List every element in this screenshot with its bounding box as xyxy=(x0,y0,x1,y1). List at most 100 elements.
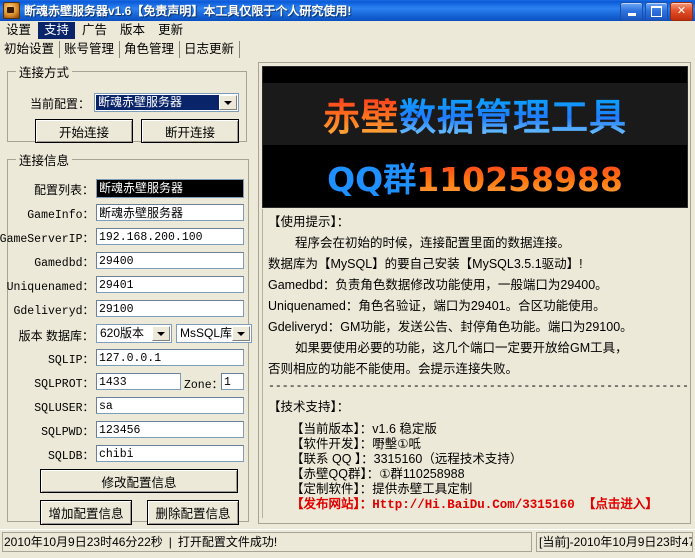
sqluser-input[interactable]: sa xyxy=(96,397,244,414)
support-heading: 【技术支持】： xyxy=(263,397,687,418)
tips-line-3: Gamedbd：负责角色数据修改功能使用，一般端口为29400。 xyxy=(263,275,687,296)
support-row-website[interactable]: 【发布网站】：Http://Hi.BaiDu.Com/3315160【点击进入】 xyxy=(263,497,687,513)
support-row-qq: 【联系 QQ 】：3315160（远程技术支持） xyxy=(263,452,687,467)
sqlpwd-label: SQLPWD： xyxy=(41,423,94,439)
right-info-panel: 赤壁数据管理工具 QQ群110258988 【使用提示】： 程序会在初始的时候，… xyxy=(258,62,691,524)
left-settings-panel: 连接方式 当前配置： 断魂赤壁服务器 开始连接 断开连接 连接信息 配置列表： … xyxy=(3,60,252,526)
connection-method-legend: 连接方式 xyxy=(16,62,72,81)
banner-title: 赤壁数据管理工具 xyxy=(263,87,687,141)
add-config-button[interactable]: 增加配置信息 xyxy=(40,500,132,525)
tips-line-7: 否则相应的功能不能使用。会提示连接失败。 xyxy=(263,359,687,380)
sqlpwd-input[interactable]: 123456 xyxy=(96,421,244,438)
sqluser-label: SQLUSER： xyxy=(34,399,94,415)
menu-item-version[interactable]: 版本 xyxy=(114,22,151,39)
menu-item-update[interactable]: 更新 xyxy=(152,22,189,39)
gameinfo-input[interactable]: 断魂赤壁服务器 xyxy=(96,204,244,221)
tab-strip: 初始设置 账号管理 角色管理 日志更新 xyxy=(0,39,695,59)
sqlprot-label: SQLPROT： xyxy=(34,375,94,391)
gameserverip-input[interactable]: 192.168.200.100 xyxy=(96,228,244,245)
support-val-custom: 提供赤壁工具定制 xyxy=(372,482,472,496)
minimize-button[interactable] xyxy=(620,2,643,21)
zone-input[interactable]: 1 xyxy=(221,373,244,390)
app-icon xyxy=(3,2,20,19)
config-list-selected-item: 断魂赤壁服务器 xyxy=(97,180,243,197)
website-url[interactable]: Http://Hi.BaiDu.Com/3315160 xyxy=(372,498,575,512)
promo-banner: 赤壁数据管理工具 QQ群110258988 xyxy=(262,66,688,208)
support-key-group: 【赤壁QQ群】： xyxy=(291,467,379,481)
sqlip-label: SQLIP： xyxy=(48,351,94,367)
close-button[interactable]: ✕ xyxy=(670,2,693,21)
version-db-label: 版本 数据库： xyxy=(19,327,94,344)
window-bottom-edge xyxy=(0,554,695,558)
zone-label: Zone： xyxy=(184,376,223,392)
sqlprot-input[interactable]: 1433 xyxy=(96,373,181,390)
tab-account-manage[interactable]: 账号管理 xyxy=(60,40,120,59)
support-val-qq: 3315160（远程技术支持） xyxy=(374,452,523,466)
gdeliveryd-label: Gdeliveryd： xyxy=(13,302,94,318)
sqldb-input[interactable]: chibi xyxy=(96,445,244,462)
gamedbd-label: Gamedbd： xyxy=(34,254,94,270)
usage-info-box: 【使用提示】： 程序会在初始的时候，连接配置里面的数据连接。 数据库为【MySQ… xyxy=(262,209,687,518)
banner-strip-top xyxy=(263,67,687,83)
support-key-version: 【当前版本】： xyxy=(291,422,372,436)
disconnect-button[interactable]: 断开连接 xyxy=(141,119,239,143)
status-time: 2010年10月9日23时46分22秒 xyxy=(4,535,163,549)
sqlip-input[interactable]: 127.0.0.1 xyxy=(96,349,244,366)
chevron-down-icon[interactable] xyxy=(219,95,237,110)
current-config-value: 断魂赤壁服务器 xyxy=(96,95,220,110)
support-key-developer: 【软件开发】： xyxy=(291,437,372,451)
config-list-box[interactable]: 断魂赤壁服务器 xyxy=(96,179,244,198)
support-row-version: 【当前版本】：v1.6 稳定版 xyxy=(263,422,687,437)
version-value: 620版本 xyxy=(98,326,153,341)
maximize-button[interactable] xyxy=(645,2,668,21)
tips-line-6: 如果要使用必要的功能，这几个端口一定要开放给GM工具， xyxy=(263,338,687,359)
uniquenamed-input[interactable]: 29401 xyxy=(96,276,244,293)
gdeliveryd-input[interactable]: 29100 xyxy=(96,300,244,317)
maximize-icon xyxy=(651,6,662,17)
support-row-custom: 【定制软件】：提供赤壁工具定制 xyxy=(263,482,687,497)
menu-item-support[interactable]: 支持 xyxy=(38,22,75,39)
tips-line-1: 程序会在初始的时候，连接配置里面的数据连接。 xyxy=(263,233,687,254)
chevron-down-icon[interactable] xyxy=(232,326,250,341)
website-cta[interactable]: 【点击进入】 xyxy=(575,497,658,511)
version-combo[interactable]: 620版本 xyxy=(96,324,172,343)
connection-method-group: 连接方式 当前配置： 断魂赤壁服务器 开始连接 断开连接 xyxy=(7,62,247,142)
status-bar: 2010年10月9日23时46分22秒|打开配置文件成功! [当前]-2010年… xyxy=(0,529,695,555)
tab-log-update[interactable]: 日志更新 xyxy=(180,40,240,59)
tips-heading: 【使用提示】： xyxy=(263,212,687,233)
menu-item-settings[interactable]: 设置 xyxy=(0,22,37,39)
gamedbd-input[interactable]: 29400 xyxy=(96,252,244,269)
chevron-down-icon[interactable] xyxy=(152,326,170,341)
database-value: MsSQL库 xyxy=(178,326,233,341)
modify-config-button[interactable]: 修改配置信息 xyxy=(40,469,238,493)
sqldb-label: SQLDB： xyxy=(48,447,94,463)
support-val-group: ①群110258988 xyxy=(379,467,464,481)
tab-initial-settings[interactable]: 初始设置 xyxy=(0,40,60,59)
support-key-custom: 【定制软件】： xyxy=(291,482,372,496)
tips-line-2: 数据库为【MySQL】的要自己安装【MySQL3.5.1驱动】! xyxy=(263,254,687,275)
menu-bar: 设置 支持 广告 版本 更新 xyxy=(0,21,695,39)
support-row-group: 【赤壁QQ群】：①群110258988 xyxy=(263,467,687,482)
menu-item-ads[interactable]: 广告 xyxy=(76,22,113,39)
connect-button[interactable]: 开始连接 xyxy=(35,119,133,143)
gameinfo-label: GameInfo： xyxy=(27,206,94,222)
banner-qq-number: 110258988 xyxy=(416,160,623,199)
banner-title-blue: 数据管理工具 xyxy=(399,96,627,139)
delete-config-button[interactable]: 删除配置信息 xyxy=(147,500,239,525)
current-config-combo[interactable]: 断魂赤壁服务器 xyxy=(94,93,239,112)
section-divider: ----------------------------------------… xyxy=(263,380,687,393)
current-config-label: 当前配置： xyxy=(16,95,90,112)
connection-info-group: 连接信息 配置列表： 断魂赤壁服务器 GameInfo： 断魂赤壁服务器 Gam… xyxy=(7,150,249,522)
tab-role-manage[interactable]: 角色管理 xyxy=(120,40,180,59)
banner-qq-label: QQ群 xyxy=(327,160,416,199)
close-icon: ✕ xyxy=(677,6,686,17)
uniquenamed-label: Uniquenamed： xyxy=(7,278,94,294)
config-list-label: 配置列表： xyxy=(34,181,94,198)
status-message-pane: 2010年10月9日23时46分22秒|打开配置文件成功! xyxy=(2,532,532,552)
connection-info-legend: 连接信息 xyxy=(16,150,72,169)
window-controls: ✕ xyxy=(620,2,693,21)
database-combo[interactable]: MsSQL库 xyxy=(176,324,252,343)
banner-title-red: 赤壁 xyxy=(323,96,399,139)
support-key-website: 【发布网站】： xyxy=(291,497,372,511)
status-separator: | xyxy=(163,533,178,551)
